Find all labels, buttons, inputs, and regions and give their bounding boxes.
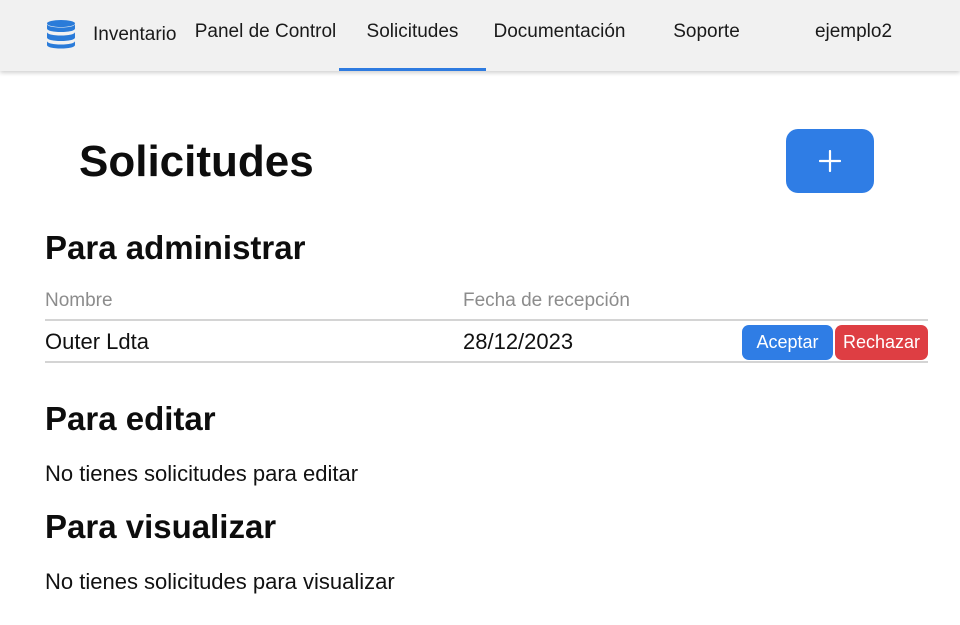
nav-link-soporte[interactable]: Soporte — [633, 0, 780, 71]
database-icon — [47, 20, 75, 49]
plus-icon — [819, 150, 841, 172]
table-divider — [45, 319, 928, 321]
row-fecha: 28/12/2023 — [463, 329, 574, 354]
column-header-nombre: Nombre — [45, 290, 113, 311]
add-request-button[interactable] — [786, 129, 874, 193]
nav-link-label: Panel de Control — [194, 20, 337, 42]
table-divider — [45, 361, 928, 363]
user-menu[interactable]: ejemplo2 — [780, 0, 927, 71]
page-title: Solicitudes — [79, 137, 314, 186]
navbar: Inventario Panel de Control Solicitudes … — [0, 0, 960, 71]
column-header-fecha: Fecha de recepción — [463, 290, 630, 311]
nav-link-label: Documentación — [493, 20, 626, 42]
brand-label[interactable]: Inventario — [93, 24, 176, 46]
empty-message-editar: No tienes solicitudes para editar — [45, 461, 359, 486]
row-nombre: Outer Ldta — [45, 329, 149, 354]
nav-link-panel-de-control[interactable]: Panel de Control — [192, 0, 339, 71]
nav-link-documentacion[interactable]: Documentación — [486, 0, 633, 71]
brand-logo[interactable] — [45, 19, 77, 49]
empty-message-visualizar: No tienes solicitudes para visualizar — [45, 569, 395, 594]
nav-link-label: Solicitudes — [366, 20, 459, 42]
section-title-editar: Para editar — [45, 400, 216, 437]
accept-button[interactable]: Aceptar — [742, 325, 833, 360]
nav-link-solicitudes[interactable]: Solicitudes — [339, 0, 486, 71]
section-title-administrar: Para administrar — [45, 229, 306, 266]
reject-button[interactable]: Rechazar — [835, 325, 928, 360]
nav-link-label: Soporte — [673, 20, 740, 42]
user-name: ejemplo2 — [814, 20, 893, 42]
section-title-visualizar: Para visualizar — [45, 508, 277, 545]
